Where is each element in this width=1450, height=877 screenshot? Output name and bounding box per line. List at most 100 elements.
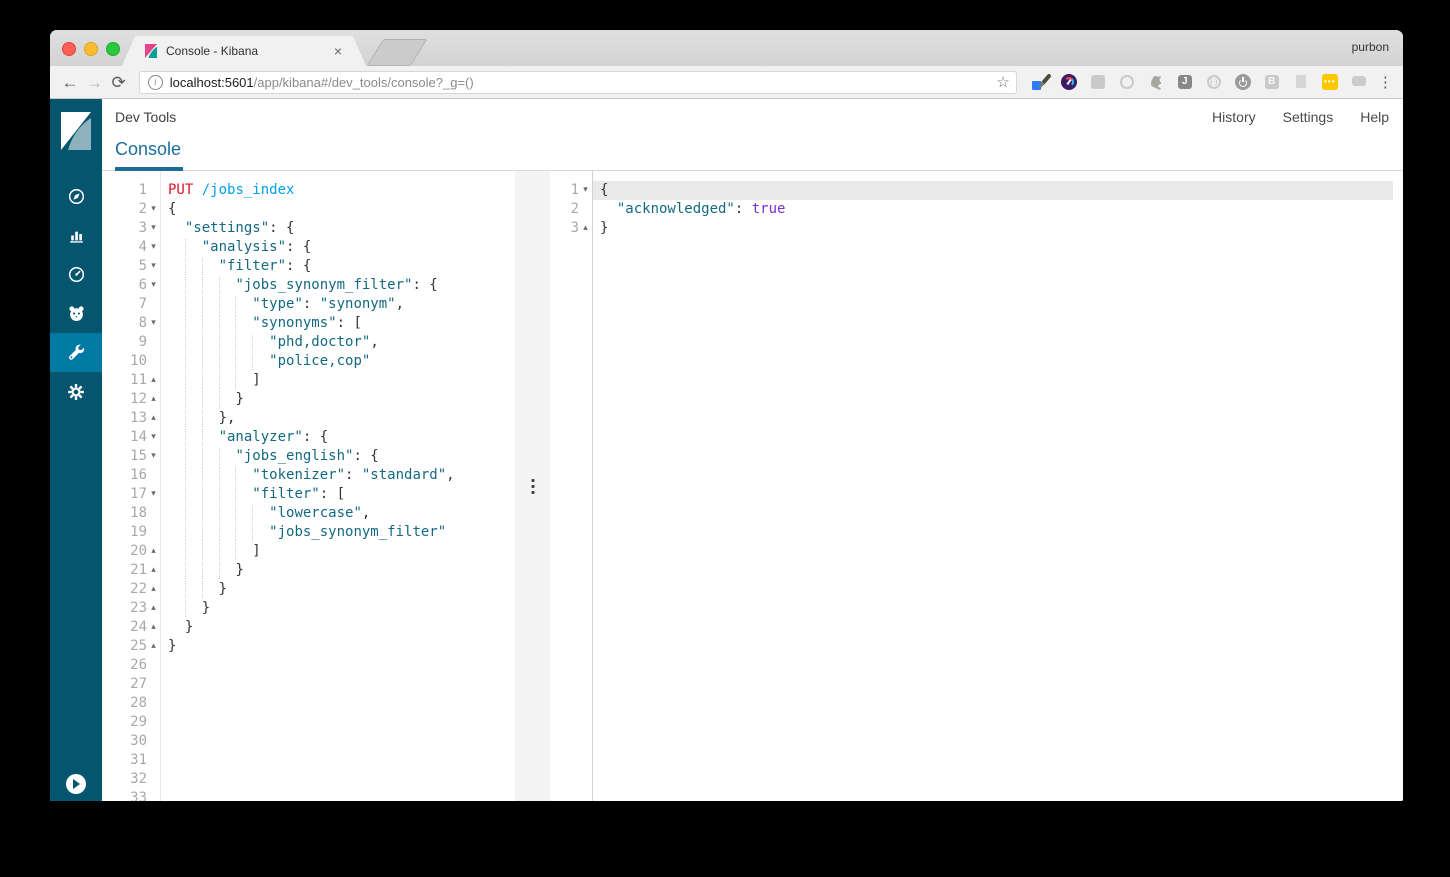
- fold-toggle-icon[interactable]: ▴: [147, 561, 160, 580]
- play-icon: [72, 779, 85, 789]
- eyedropper-extension-icon[interactable]: [1031, 73, 1052, 91]
- fold-toggle-icon[interactable]: ▴: [147, 599, 160, 618]
- sidebar-item-management[interactable]: [50, 372, 102, 411]
- code-line: "analyzer": {: [161, 428, 515, 447]
- fold-toggle-icon[interactable]: ▾: [147, 428, 160, 447]
- fold-toggle-icon[interactable]: ▾: [147, 257, 160, 276]
- fold-toggle-icon[interactable]: ▴: [147, 618, 160, 637]
- screenshot-extension-icon[interactable]: [1089, 73, 1107, 91]
- gutter-line: 19: [130, 524, 147, 540]
- back-button[interactable]: ←: [60, 74, 80, 91]
- page-extension-icon[interactable]: [1292, 73, 1310, 91]
- fold-toggle-icon[interactable]: ▾: [147, 238, 160, 257]
- fold-toggle-icon[interactable]: ▾: [147, 276, 160, 295]
- help-link[interactable]: Help: [1360, 109, 1389, 125]
- fold-toggle-icon[interactable]: ▾: [147, 200, 160, 219]
- reload-button[interactable]: ⟳: [109, 74, 129, 91]
- sidebar-item-dashboard[interactable]: [50, 255, 102, 294]
- timelion-face-icon: [68, 306, 84, 321]
- dots-extension-icon[interactable]: •••: [1321, 73, 1339, 91]
- code-line: }: [161, 580, 515, 599]
- gutter-line: 31: [130, 752, 147, 768]
- gauge-clock-icon: [68, 266, 84, 283]
- profile-name[interactable]: purbon: [1352, 40, 1389, 54]
- fold-toggle-icon[interactable]: ▴: [147, 390, 160, 409]
- brackets-extension-icon[interactable]: (-): [1205, 73, 1223, 91]
- browser-window: Console - Kibana × purbon ← → ⟳ i localh…: [50, 30, 1403, 801]
- gutter-line: 27: [130, 676, 147, 692]
- panel-splitter[interactable]: [515, 171, 550, 801]
- browser-tab[interactable]: Console - Kibana ×: [122, 36, 366, 66]
- fold-toggle-icon[interactable]: ▴: [579, 219, 592, 238]
- sidebar-item-visualize[interactable]: [50, 216, 102, 255]
- gutter-line: 5 ▾: [102, 257, 160, 276]
- sidebar-item-dev-tools[interactable]: [50, 333, 102, 372]
- history-link[interactable]: History: [1212, 109, 1256, 125]
- power-extension-icon[interactable]: [1234, 73, 1252, 91]
- code-line: "lowercase",: [161, 504, 515, 523]
- fold-toggle-icon[interactable]: ▾: [147, 447, 160, 466]
- address-bar[interactable]: i localhost:5601/app/kibana#/dev_tools/c…: [138, 70, 1017, 94]
- page-title: Dev Tools: [115, 109, 177, 125]
- fold-toggle-icon[interactable]: ▴: [147, 409, 160, 428]
- fold-toggle-icon[interactable]: ▴: [147, 371, 160, 390]
- fold-toggle-icon[interactable]: ▴: [147, 637, 160, 656]
- gutter-line: 32: [130, 771, 147, 787]
- fold-toggle-icon[interactable]: ▾: [147, 485, 160, 504]
- url-path: /app/kibana#/dev_tools/console?_g=(): [253, 74, 474, 90]
- code-line: {: [168, 201, 177, 217]
- swirl-extension-icon[interactable]: [1118, 73, 1136, 91]
- fold-toggle-icon[interactable]: ▾: [147, 219, 160, 238]
- response-code-view[interactable]: {"acknowledged": true}: [593, 171, 1393, 801]
- url-text[interactable]: localhost:5601/app/kibana#/dev_tools/con…: [170, 75, 997, 90]
- gutter-line: 11 ▴: [102, 371, 160, 390]
- gutter-line: 2: [570, 201, 579, 217]
- fold-toggle-icon[interactable]: ▴: [147, 542, 160, 561]
- response-gutter: 1 ▾ 2 3 ▴: [550, 171, 593, 801]
- wrench-icon: [68, 344, 84, 360]
- fold-toggle-icon[interactable]: ▴: [147, 580, 160, 599]
- bookmark-star-icon[interactable]: ☆: [996, 75, 1009, 90]
- code-line: "phd,doctor",: [161, 333, 515, 352]
- tab-console[interactable]: Console: [115, 139, 184, 171]
- code-line: },: [161, 409, 515, 428]
- zoom-window-button[interactable]: [106, 42, 120, 56]
- gutter-line: 7: [138, 296, 147, 312]
- code-line: "jobs_synonym_filter": [161, 523, 515, 542]
- gutter-line: 2 ▾: [102, 200, 160, 219]
- new-tab-button[interactable]: [366, 39, 428, 66]
- chat-extension-icon[interactable]: [1350, 73, 1368, 91]
- gutter-line: 17 ▾: [102, 485, 160, 504]
- sidebar-item-discover[interactable]: [50, 177, 102, 216]
- settings-link[interactable]: Settings: [1283, 109, 1334, 125]
- sidebar-item-timelion[interactable]: [50, 294, 102, 333]
- kibana-topbar: Dev Tools History Settings Help: [102, 99, 1403, 135]
- page-info-icon[interactable]: i: [147, 74, 163, 90]
- topbar-links: History Settings Help: [1212, 109, 1389, 125]
- fold-toggle-icon[interactable]: ▾: [147, 314, 160, 333]
- gutter-line: 21 ▴: [102, 561, 160, 580]
- drag-handle-icon[interactable]: [531, 479, 534, 494]
- tab-close-icon[interactable]: ×: [334, 44, 342, 58]
- gutter-line: 12 ▴: [102, 390, 160, 409]
- minimize-window-button[interactable]: [84, 42, 98, 56]
- fold-toggle-icon[interactable]: ▾: [579, 181, 592, 200]
- code-line: }: [161, 390, 515, 409]
- json-extension-icon[interactable]: J: [1176, 73, 1194, 91]
- code-line: "police,cop": [161, 352, 515, 371]
- browser-menu-icon[interactable]: ⋮: [1378, 75, 1393, 90]
- request-code-editor[interactable]: PUT /jobs_index {"settings": {"analysis":…: [161, 171, 515, 801]
- kibana-logo[interactable]: [50, 99, 102, 163]
- gauge-extension-icon[interactable]: [1060, 73, 1078, 91]
- b-extension-icon[interactable]: B: [1263, 73, 1281, 91]
- code-line: "jobs_synonym_filter": {: [161, 276, 515, 295]
- gutter-line: 29: [130, 714, 147, 730]
- bug-extension-icon[interactable]: [1147, 73, 1165, 91]
- close-window-button[interactable]: [62, 42, 76, 56]
- code-line: "settings": {: [184, 220, 295, 236]
- gutter-line: 1: [138, 182, 147, 198]
- gutter-line: 3 ▴: [550, 219, 592, 238]
- tab-strip: Console - Kibana × purbon: [50, 30, 1403, 66]
- collapse-sidebar-button[interactable]: [66, 774, 86, 794]
